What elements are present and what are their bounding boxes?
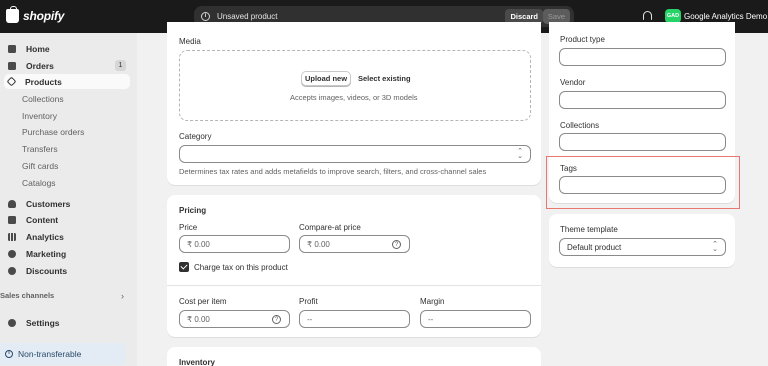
vendor-input[interactable] bbox=[559, 91, 726, 109]
upload-new-button[interactable]: Upload new bbox=[301, 71, 351, 86]
margin-field: -- bbox=[420, 310, 531, 328]
chevron-right-icon[interactable]: › bbox=[121, 291, 124, 301]
profit-label: Profit bbox=[299, 297, 318, 306]
sidebar-item-orders[interactable]: Orders 1 bbox=[4, 58, 130, 73]
tag-icon bbox=[6, 76, 17, 87]
sidebar-item-discounts[interactable]: Discounts bbox=[4, 263, 130, 278]
sidebar-item-customers[interactable]: Customers bbox=[4, 196, 130, 211]
product-type-label: Product type bbox=[560, 35, 605, 44]
sidebar-item-settings[interactable]: Settings bbox=[4, 315, 130, 330]
brand-name: shopify bbox=[23, 9, 65, 23]
charge-tax-label: Charge tax on this product bbox=[194, 263, 288, 272]
sidebar-item-home[interactable]: Home bbox=[4, 41, 130, 56]
media-dropzone[interactable] bbox=[179, 50, 531, 121]
margin-label: Margin bbox=[420, 297, 445, 306]
sidebar-subitem-collections[interactable]: Collections bbox=[22, 94, 64, 104]
profit-field: -- bbox=[299, 310, 410, 328]
pricing-title: Pricing bbox=[179, 206, 207, 215]
question-icon[interactable]: ? bbox=[272, 315, 281, 324]
bell-icon[interactable] bbox=[643, 11, 652, 24]
info-icon bbox=[5, 350, 13, 358]
content-icon bbox=[8, 215, 16, 224]
product-type-input[interactable] bbox=[559, 48, 726, 66]
theme-template-label: Theme template bbox=[560, 225, 618, 234]
info-icon bbox=[201, 12, 210, 21]
compare-at-price-label: Compare-at price bbox=[299, 223, 361, 232]
category-hint: Determines tax rates and adds metafields… bbox=[179, 167, 487, 176]
collections-input[interactable] bbox=[559, 133, 726, 151]
bar-chart-icon bbox=[8, 232, 16, 241]
sidebar-subitem-gift-cards[interactable]: Gift cards bbox=[22, 161, 58, 171]
target-icon bbox=[8, 249, 16, 258]
category-select[interactable]: ⌃ ⌄ bbox=[179, 145, 531, 163]
store-avatar[interactable]: GAD bbox=[665, 9, 681, 23]
media-label: Media bbox=[179, 37, 201, 46]
tags-label: Tags bbox=[560, 164, 577, 173]
store-name[interactable]: Google Analytics Demo bbox=[684, 12, 767, 21]
sales-channels-label[interactable]: Sales channels bbox=[0, 291, 54, 300]
theme-template-select[interactable]: Default product ⌃ ⌄ bbox=[559, 238, 726, 256]
vendor-label: Vendor bbox=[560, 78, 586, 87]
discount-icon bbox=[8, 266, 16, 275]
sidebar-subitem-catalogs[interactable]: Catalogs bbox=[22, 178, 56, 188]
sidebar: Home Orders 1 Products Collections Inven… bbox=[0, 33, 137, 366]
sidebar-subitem-purchase-orders[interactable]: Purchase orders bbox=[22, 127, 84, 137]
tags-input[interactable] bbox=[559, 176, 726, 194]
chevron-up-down-icon: ⌃ ⌄ bbox=[712, 241, 718, 253]
charge-tax-checkbox[interactable] bbox=[179, 262, 189, 272]
cost-per-item-input[interactable]: ₹ 0.00 ? bbox=[179, 310, 290, 328]
select-existing-link[interactable]: Select existing bbox=[358, 74, 411, 83]
category-label: Category bbox=[179, 132, 212, 141]
sidebar-item-products[interactable]: Products bbox=[4, 74, 130, 89]
person-icon bbox=[8, 199, 16, 208]
inbox-icon bbox=[8, 61, 16, 70]
shopping-bag-icon bbox=[6, 6, 19, 23]
pricing-divider bbox=[167, 285, 541, 286]
sidebar-item-content[interactable]: Content bbox=[4, 212, 130, 227]
collections-label: Collections bbox=[560, 121, 600, 130]
cost-per-item-label: Cost per item bbox=[179, 297, 227, 306]
sidebar-item-analytics[interactable]: Analytics bbox=[4, 229, 130, 244]
inventory-title: Inventory bbox=[179, 358, 216, 366]
home-icon bbox=[8, 44, 16, 53]
sidebar-subitem-transfers[interactable]: Transfers bbox=[22, 144, 58, 154]
chevron-up-down-icon: ⌃ ⌄ bbox=[517, 148, 523, 160]
price-input[interactable]: ₹ 0.00 bbox=[179, 235, 290, 253]
compare-at-price-input[interactable]: ₹ 0.00 ? bbox=[299, 235, 410, 253]
non-transferable-banner[interactable]: Non-transferable bbox=[0, 343, 126, 365]
unsaved-status-text: Unsaved product bbox=[217, 12, 278, 21]
shopify-logo[interactable]: shopify bbox=[6, 6, 65, 23]
price-label: Price bbox=[179, 223, 198, 232]
sidebar-item-marketing[interactable]: Marketing bbox=[4, 246, 130, 261]
inventory-card bbox=[167, 347, 541, 366]
media-accepts-text: Accepts images, videos, or 3D models bbox=[290, 93, 418, 102]
gear-icon bbox=[8, 318, 16, 327]
question-icon[interactable]: ? bbox=[392, 240, 401, 249]
orders-count-badge: 1 bbox=[115, 60, 126, 71]
sidebar-subitem-inventory[interactable]: Inventory bbox=[22, 111, 57, 121]
